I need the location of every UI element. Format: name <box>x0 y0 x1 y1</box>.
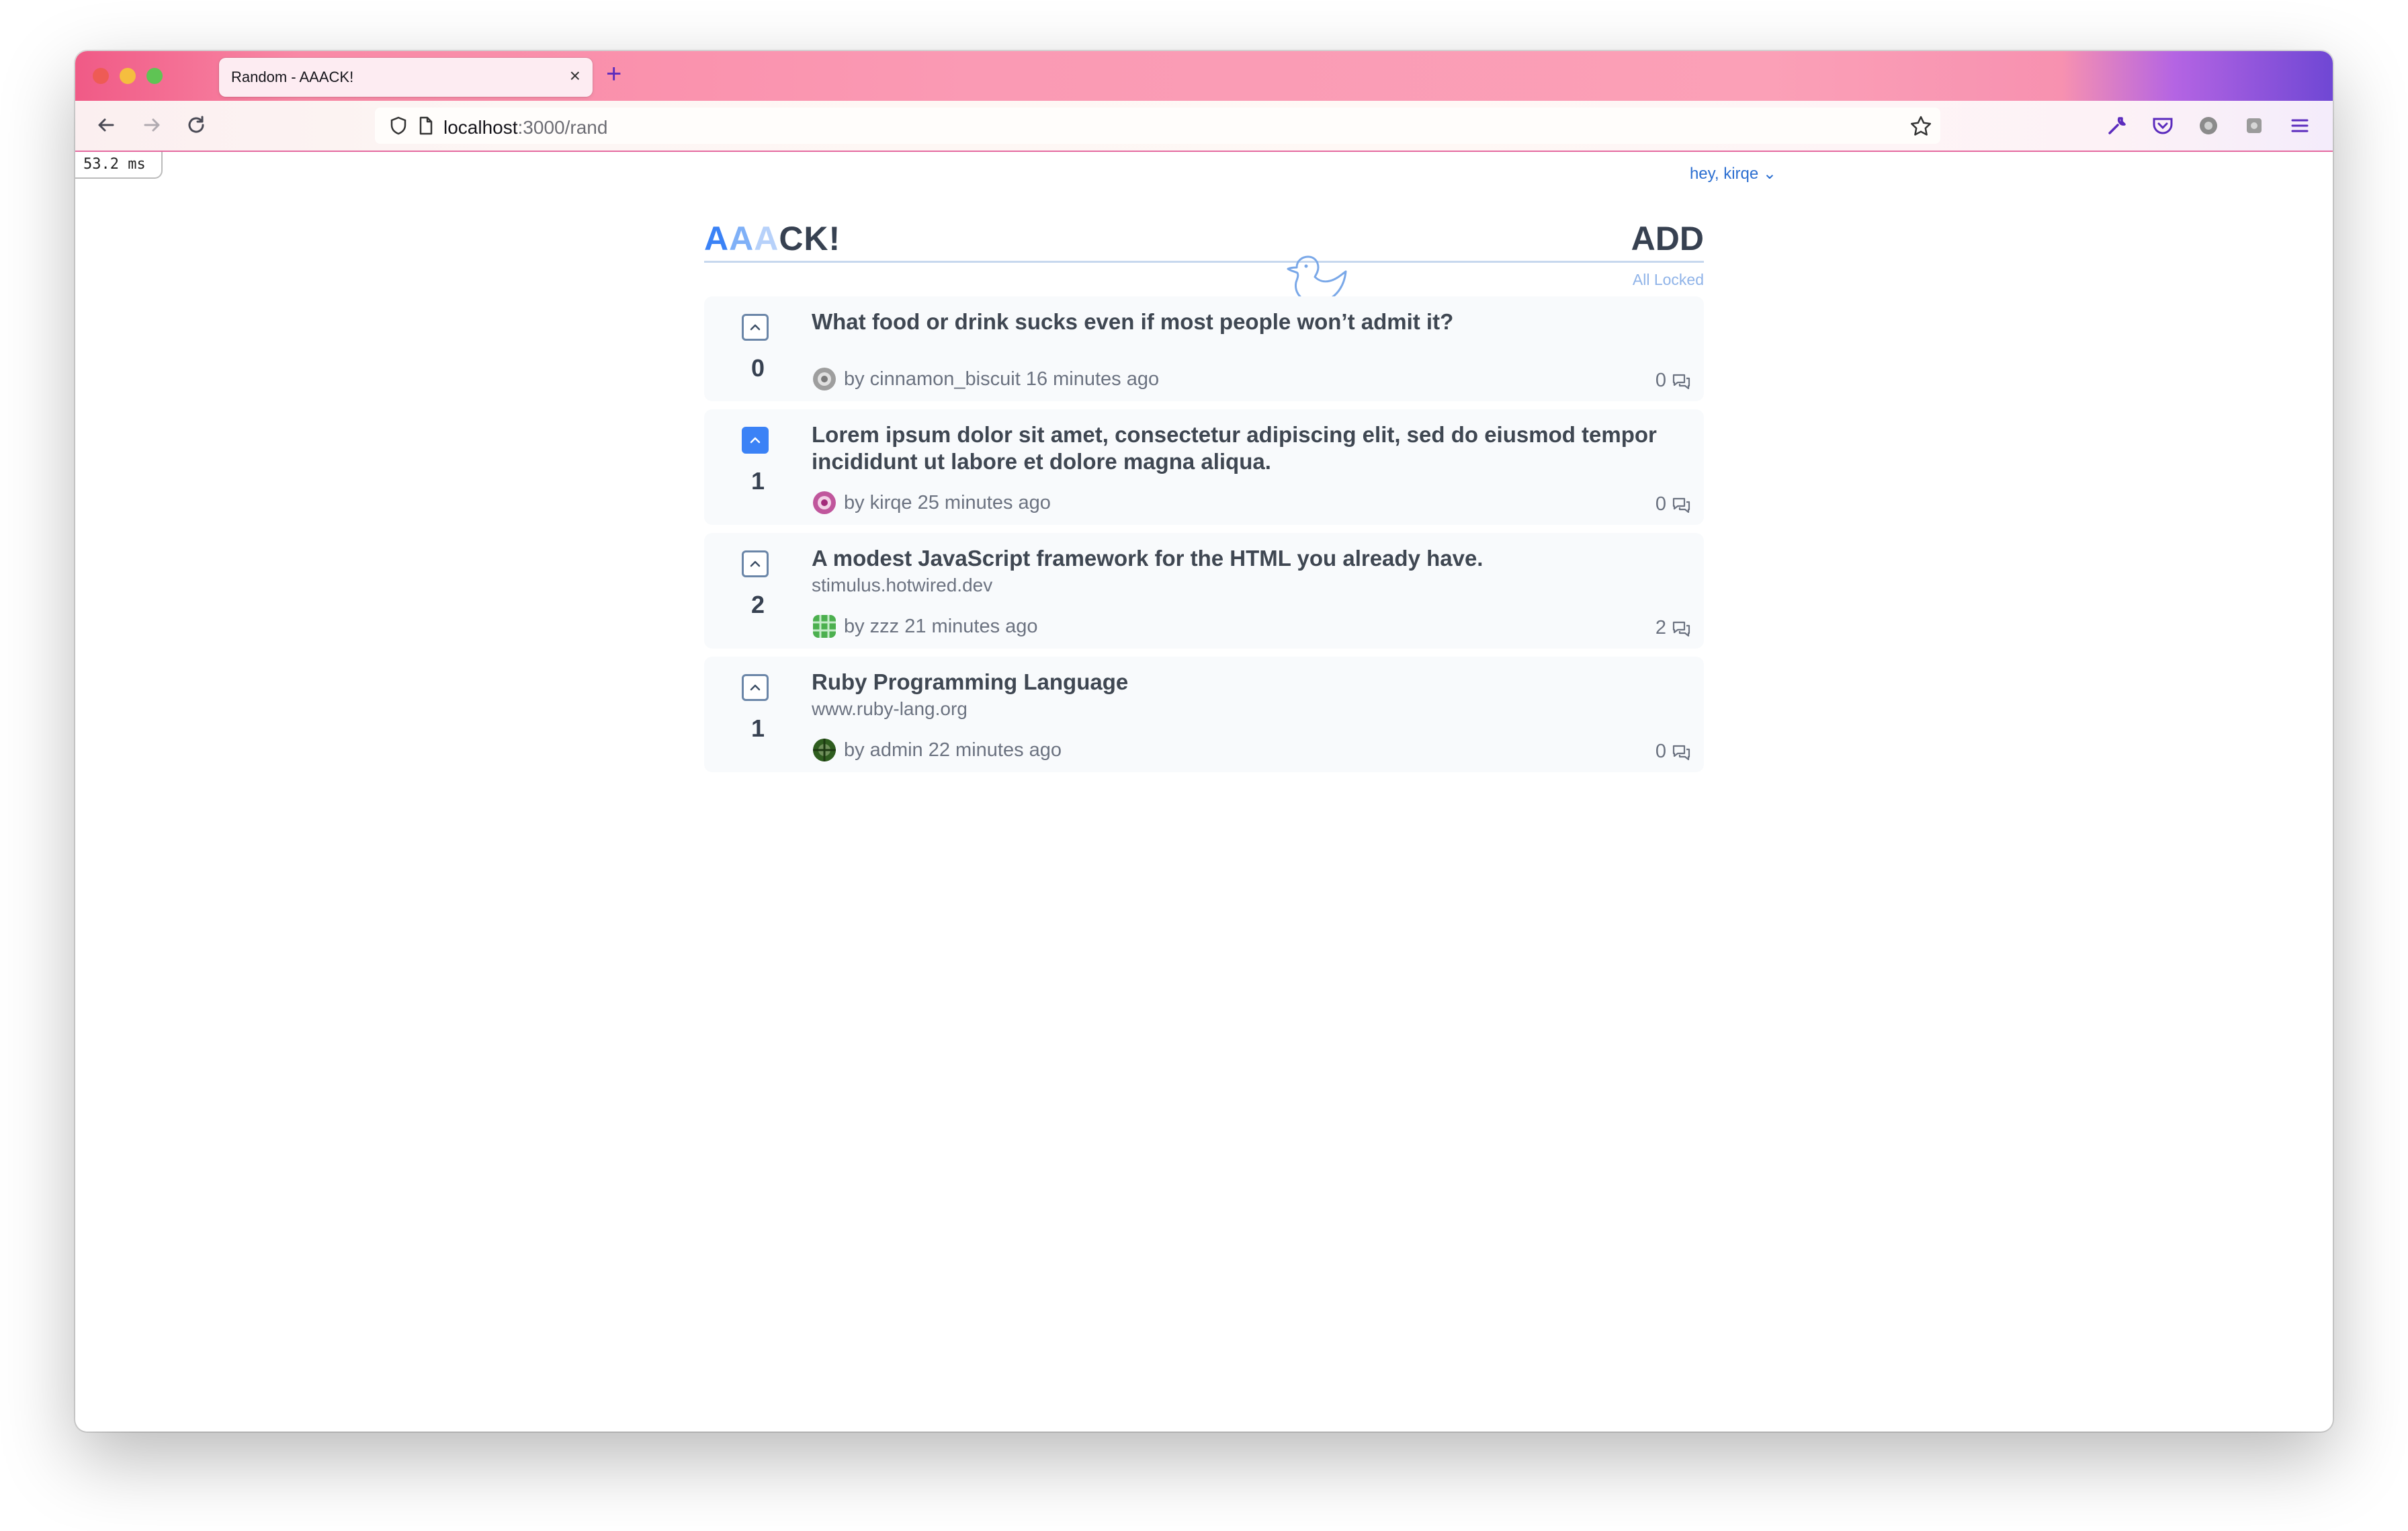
comment-bubble-icon <box>1672 497 1690 513</box>
url-path: :3000/rand <box>517 117 608 138</box>
story-score: 1 <box>750 467 765 495</box>
avatar[interactable] <box>812 737 837 763</box>
story-title[interactable]: Lorem ipsum dolor sit amet, consectetur … <box>812 421 1693 475</box>
story-score: 2 <box>750 591 765 618</box>
menu-icon[interactable] <box>2287 113 2313 138</box>
forward-arrow-icon[interactable] <box>138 112 165 138</box>
timing-badge: 53.2 ms <box>75 152 163 179</box>
story-score: 0 <box>750 354 765 382</box>
pocket-icon[interactable] <box>2150 113 2176 138</box>
url-bar[interactable]: localhost:3000/rand <box>375 108 1940 144</box>
story-item: 1 Lorem ipsum dolor sit amet, consectetu… <box>704 409 1704 525</box>
extension-puzzle-icon[interactable] <box>2241 113 2267 138</box>
reload-icon[interactable] <box>183 112 210 138</box>
comments-link[interactable]: 0 <box>1656 370 1692 392</box>
story-content: What food or drink sucks even if most pe… <box>812 308 1693 335</box>
zoom-window-button[interactable] <box>146 68 163 84</box>
comments-link[interactable]: 2 <box>1656 617 1692 639</box>
minimize-window-button[interactable] <box>120 68 136 84</box>
story-list: 0 What food or drink sucks even if most … <box>704 296 1704 772</box>
story-meta: by zzz 21 minutes ago <box>812 614 1038 639</box>
comment-count: 0 <box>1655 493 1666 515</box>
logo-letter-rest: CK! <box>779 220 841 257</box>
wrench-icon[interactable] <box>2104 113 2130 138</box>
upvote-button[interactable] <box>742 550 769 577</box>
story-content: A modest JavaScript framework for the HT… <box>812 545 1693 596</box>
chevron-up-icon <box>750 561 761 567</box>
upvote-button[interactable] <box>742 427 769 454</box>
title-bar: Random - AAACK! × + <box>75 51 2333 101</box>
tab-close-icon[interactable]: × <box>570 66 580 86</box>
story-meta: by admin 22 minutes ago <box>812 737 1062 763</box>
avatar[interactable] <box>812 490 837 515</box>
comment-bubble-icon <box>1672 621 1690 636</box>
story-score: 1 <box>750 714 765 742</box>
tab-title: Random - AAACK! <box>231 69 354 85</box>
story-item: 2 A modest JavaScript framework for the … <box>704 533 1704 649</box>
close-window-button[interactable] <box>93 68 109 84</box>
site-logo[interactable]: AAACK! <box>704 219 841 258</box>
shield-icon[interactable] <box>388 116 408 136</box>
page-icon <box>419 116 433 135</box>
comments-link[interactable]: 0 <box>1656 741 1692 763</box>
story-byline: by cinnamon_biscuit 16 minutes ago <box>844 368 1160 390</box>
avatar[interactable] <box>812 366 837 392</box>
comments-link[interactable]: 0 <box>1656 493 1692 515</box>
nav-bar: localhost:3000/rand <box>75 101 2333 152</box>
star-icon[interactable] <box>1909 115 1932 138</box>
story-byline: by admin 22 minutes ago <box>844 739 1062 761</box>
browser-window: Random - AAACK! × + localhost:3000/rand … <box>75 51 2333 1432</box>
story-meta: by kirqe 25 minutes ago <box>812 490 1051 515</box>
comment-bubble-icon <box>1672 374 1690 389</box>
chevron-up-icon <box>750 324 761 331</box>
story-title[interactable]: A modest JavaScript framework for the HT… <box>812 545 1693 572</box>
new-tab-button[interactable]: + <box>606 59 621 89</box>
comment-count: 0 <box>1655 370 1666 391</box>
url-host: localhost <box>443 117 518 138</box>
story-domain[interactable]: www.ruby-lang.org <box>812 698 1693 720</box>
browser-tab[interactable]: Random - AAACK! × <box>219 58 593 97</box>
avatar[interactable] <box>812 614 837 639</box>
story-title[interactable]: Ruby Programming Language <box>812 669 1693 696</box>
story-item: 1 Ruby Programming Language www.ruby-lan… <box>704 657 1704 772</box>
chevron-up-icon <box>750 437 761 444</box>
site-header: AAACK! ADD <box>704 185 1704 317</box>
story-meta: by cinnamon_biscuit 16 minutes ago <box>812 366 1159 392</box>
add-link[interactable]: ADD <box>1631 219 1704 258</box>
chevron-up-icon <box>750 684 761 691</box>
logo-letter-3: A <box>754 220 779 257</box>
user-menu[interactable]: hey, kirqe ⌄ <box>1607 164 1776 183</box>
upvote-button[interactable] <box>742 674 769 701</box>
story-byline: by kirqe 25 minutes ago <box>844 491 1051 513</box>
chevron-down-icon: ⌄ <box>1762 165 1776 183</box>
logo-letter-2: A <box>729 220 755 257</box>
story-content: Ruby Programming Language www.ruby-lang.… <box>812 669 1693 720</box>
main-container: AAACK! ADD All Locked 0 What food or dri… <box>704 185 1704 780</box>
story-item: 0 What food or drink sucks even if most … <box>704 296 1704 401</box>
comment-count: 2 <box>1655 617 1666 638</box>
logo-letter-1: A <box>704 220 730 257</box>
upvote-button[interactable] <box>742 314 769 341</box>
greeting-label: hey, kirqe <box>1689 165 1759 183</box>
story-byline: by zzz 21 minutes ago <box>844 615 1038 637</box>
story-content: Lorem ipsum dolor sit amet, consectetur … <box>812 421 1693 475</box>
comment-count: 0 <box>1655 741 1666 762</box>
url-text[interactable]: localhost:3000/rand <box>443 117 607 138</box>
extension-globe-icon[interactable] <box>2196 113 2221 138</box>
story-domain[interactable]: stimulus.hotwired.dev <box>812 575 1693 596</box>
comment-bubble-icon <box>1672 745 1690 760</box>
filter-link[interactable]: All Locked <box>704 271 1704 290</box>
story-title[interactable]: What food or drink sucks even if most pe… <box>812 308 1693 335</box>
back-arrow-icon[interactable] <box>93 112 120 138</box>
